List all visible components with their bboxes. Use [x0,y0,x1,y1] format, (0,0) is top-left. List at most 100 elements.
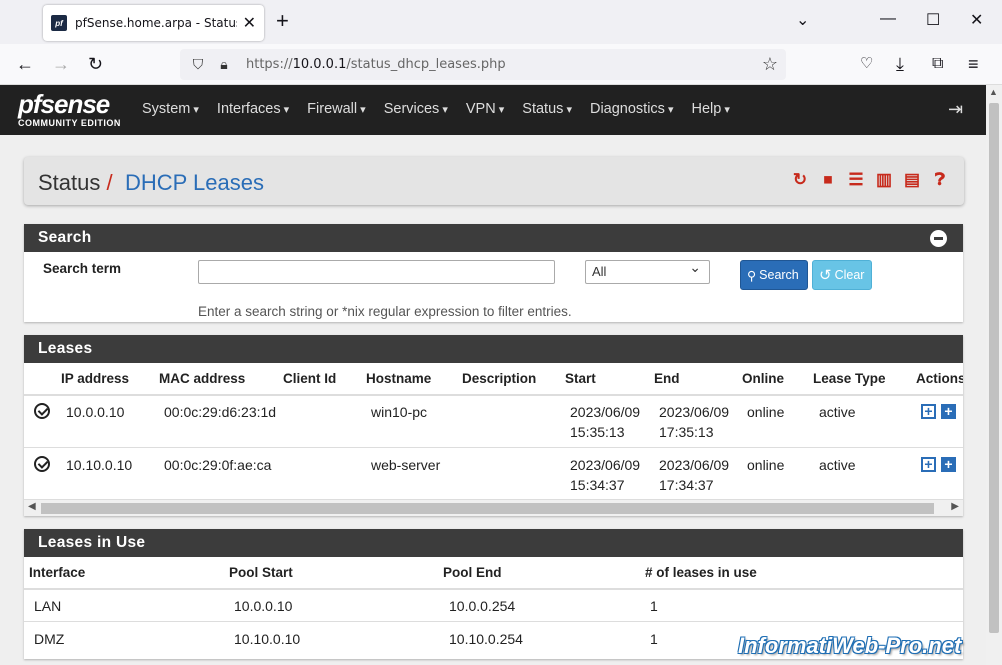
menu-interfaces[interactable]: Interfaces [217,101,289,117]
download-icon[interactable]: ⤓ [896,54,904,74]
inuse-pool-end: 10.0.0.254 [449,598,516,614]
stop-service-icon[interactable]: ⏹ [818,170,838,190]
add-wol-mapping-icon[interactable]: + [941,457,956,472]
main-menu: System Interfaces Firewall Services VPN … [142,101,730,117]
shield-icon[interactable]: ⛉ [190,56,206,73]
back-arrow-icon[interactable]: ← [16,54,34,74]
page-scrollbar[interactable]: ▲ [986,85,1002,665]
lease-hostname: web-server [371,457,441,473]
col-hostname[interactable]: Hostname [366,371,431,386]
leases-in-use-header: Leases in Use [24,529,963,557]
logo-brand: pfsense [18,89,110,119]
breadcrumb-root: Status / [38,170,113,195]
tab-list-chevron-icon[interactable]: ⌄ [796,10,809,30]
lease-mac: 00:0c:29:d6:23:1d [164,404,277,420]
restart-service-icon[interactable]: ↻ [790,170,810,190]
lease-mac: 00:0c:29:0f:ae:ca [164,457,272,473]
lease-hostname: win10-pc [371,404,428,420]
search-input[interactable] [198,260,555,284]
inuse-interface: DMZ [34,631,65,647]
menu-status[interactable]: Status [522,101,572,117]
maximize-icon[interactable]: ☐ [926,10,940,30]
hscroll-thumb[interactable] [41,503,934,514]
add-static-mapping-icon[interactable]: + [921,457,936,472]
menu-services[interactable]: Services [384,101,448,117]
new-tab-icon[interactable]: + [276,10,289,32]
leases-table: IP address MAC address Client Id Hostnam… [24,363,963,499]
lease-end-date: 2023/06/09 [659,404,730,420]
lock-icon[interactable]: 🔒︎ [216,56,232,73]
page-content: Status / DHCP Leases ↻ ⏹ ☰ ▥ ▤ ❓︎ Search… [0,135,986,665]
pfsense-navbar: pfsense COMMUNITY EDITION System Interfa… [0,85,986,135]
clear-button[interactable]: ↺ Clear [812,260,872,290]
lease-online: online [747,404,785,420]
inuse-pool-start: 10.10.0.10 [234,631,301,647]
collapse-minus-icon[interactable] [930,230,947,247]
search-body: Search term All ⚲ Search ↺ Clear Enter a… [24,252,963,322]
menu-help[interactable]: Help [692,101,730,117]
col-ip-address[interactable]: IP address [61,371,129,386]
inuse-count: 1 [650,598,658,614]
minimize-icon[interactable]: — [880,10,896,28]
scrollbar-thumb[interactable] [989,103,999,633]
close-tab-icon[interactable]: ✕ [243,13,256,33]
forward-arrow-icon[interactable]: → [52,54,70,74]
col-pool-end: Pool End [443,565,502,580]
check-circle-icon [34,456,50,472]
logout-icon[interactable]: ⇥ [948,99,963,120]
pocket-icon[interactable]: ♡ [860,54,873,74]
lease-start-date: 2023/06/09 [570,404,641,420]
menu-vpn[interactable]: VPN [466,101,504,117]
add-static-mapping-icon[interactable]: + [921,404,936,419]
col-online[interactable]: Online [742,371,784,386]
col-actions: Actions [916,371,963,386]
settings-sliders-icon[interactable]: ☰ [846,170,866,190]
page-actions: ↻ ⏹ ☰ ▥ ▤ ❓︎ [790,170,950,190]
col-end[interactable]: End [654,371,680,386]
search-button[interactable]: ⚲ Search [740,260,808,290]
menu-firewall[interactable]: Firewall [307,101,366,117]
help-icon[interactable]: ❓︎ [930,170,950,190]
address-bar[interactable]: ⛉ 🔒︎ https://10.0.0.1/status_dhcp_leases… [180,49,786,80]
lease-end-time: 17:34:37 [659,477,714,493]
browser-tab-strip: pf pfSense.home.arpa - Status: DH ✕ + ⌄ … [0,0,1002,44]
lease-end-time: 17:35:13 [659,424,714,440]
table-horizontal-scrollbar[interactable]: ◀ ▶ [24,499,963,516]
logo-edition: COMMUNITY EDITION [18,118,121,128]
log-list-icon[interactable]: ▤ [902,170,922,190]
browser-tab[interactable]: pf pfSense.home.arpa - Status: DH ✕ [43,5,264,41]
leases-panel: Leases IP address MAC address Client Id … [24,335,963,516]
graph-icon[interactable]: ▥ [874,170,894,190]
reload-icon[interactable]: ↻ [88,54,103,74]
search-field-select[interactable]: All [585,259,710,284]
menu-diagnostics[interactable]: Diagnostics [590,101,674,117]
url-text: https://10.0.0.1/status_dhcp_leases.php [246,57,506,72]
browser-tab-title: pfSense.home.arpa - Status: DH [75,16,237,30]
col-description[interactable]: Description [462,371,536,386]
col-lease-type[interactable]: Lease Type [813,371,886,386]
pfsense-logo[interactable]: pfsense COMMUNITY EDITION [18,91,121,129]
breadcrumb-current[interactable]: DHCP Leases [125,170,264,196]
col-client-id[interactable]: Client Id [283,371,336,386]
lease-start-time: 15:35:13 [570,424,625,440]
search-help-text: Enter a search string or *nix regular ex… [198,304,572,319]
add-wol-mapping-icon[interactable]: + [941,404,956,419]
menu-system[interactable]: System [142,101,199,117]
bookmark-star-icon[interactable]: ☆ [762,54,778,75]
search-panel-header: Search [24,224,963,252]
close-window-icon[interactable]: ✕ [970,10,983,30]
scroll-right-icon[interactable]: ▶ [951,501,959,512]
col-mac-address[interactable]: MAC address [159,371,245,386]
header-divider [24,394,963,396]
leases-panel-header: Leases [24,335,963,363]
undo-icon: ↺ [819,267,832,284]
lease-start-date: 2023/06/09 [570,457,641,473]
extensions-icon[interactable]: ⧉ [932,54,943,74]
lease-ip: 10.10.0.10 [66,457,133,473]
lease-type: active [819,457,856,473]
col-start[interactable]: Start [565,371,596,386]
scroll-up-icon[interactable]: ▲ [989,87,998,97]
scroll-left-icon[interactable]: ◀ [28,501,36,512]
inuse-interface: LAN [34,598,62,614]
hamburger-menu-icon[interactable]: ≡ [968,54,979,74]
